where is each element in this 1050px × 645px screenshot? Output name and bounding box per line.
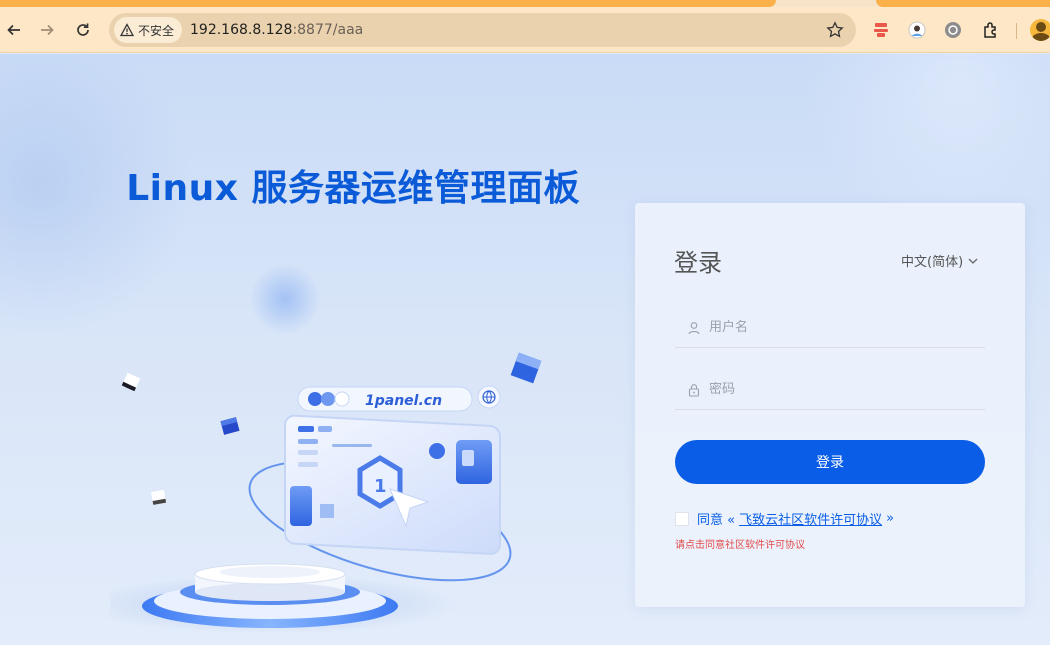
forward-button[interactable]	[35, 18, 59, 42]
url-path: :8877/aaa	[292, 22, 364, 38]
back-arrow-icon	[7, 24, 20, 36]
forward-arrow-icon	[41, 24, 54, 36]
agreement-error-hint: 请点击同意社区软件许可协议	[675, 540, 805, 551]
browser-toolbar: 不安全 192.168.8.128:8877/aaa	[0, 7, 1050, 53]
tab-strip	[0, 0, 1050, 7]
extension-icon[interactable]	[980, 19, 1002, 41]
security-chip[interactable]: 不安全	[114, 17, 183, 43]
extension-avatar-icon[interactable]	[906, 19, 928, 41]
chevron-down-icon	[968, 258, 978, 264]
background-blob	[780, 54, 1050, 214]
hero-illustration: 1panel.cn 1	[110, 352, 542, 634]
username-field[interactable]	[675, 308, 985, 348]
login-title: 登录	[674, 249, 722, 277]
reload-icon	[77, 23, 89, 36]
address-bar[interactable]: 不安全 192.168.8.128:8877/aaa	[109, 13, 856, 47]
login-button[interactable]: 登录	[675, 440, 985, 484]
back-button[interactable]	[2, 18, 26, 42]
star-icon[interactable]	[826, 21, 844, 39]
agreement-link[interactable]: 飞致云社区软件许可协议	[739, 509, 882, 528]
security-label: 不安全	[138, 23, 175, 38]
url-host: 192.168.8.128	[190, 22, 293, 38]
extension-red-icon[interactable]	[870, 19, 892, 41]
login-page: Linux 服务器运维管理面板 1panel.cn 1 登录 中文(简体) 用户…	[0, 54, 1050, 645]
page-headline: Linux 服务器运维管理面板	[126, 168, 580, 209]
active-tab[interactable]	[0, 0, 776, 7]
url-text[interactable]: 192.168.8.128:8877/aaa	[190, 13, 363, 47]
lock-icon	[688, 383, 700, 397]
svg-text:1: 1	[374, 476, 387, 497]
username-input[interactable]	[709, 320, 969, 335]
toolbar-separator	[1016, 23, 1017, 39]
agreement-suffix: »	[886, 511, 895, 526]
password-field[interactable]	[675, 370, 985, 410]
profile-avatar-icon[interactable]	[1030, 19, 1050, 41]
reload-button[interactable]	[71, 18, 95, 42]
agreement-prefix: 同意 «	[697, 513, 736, 528]
password-input[interactable]	[709, 382, 969, 397]
agreement-row: 同意 « 飞致云社区软件许可协议 »	[675, 509, 894, 528]
browser-tab[interactable]	[876, 0, 1050, 7]
user-icon	[688, 321, 700, 334]
language-label: 中文(简体)	[901, 255, 964, 270]
login-card: 登录 中文(简体) 登录 同意 « 飞致云社区软件许可协议 » 请点击同意社区软…	[635, 203, 1025, 607]
illustration-url-label: 1panel.cn	[365, 393, 442, 409]
language-selector[interactable]: 中文(简体)	[901, 251, 979, 270]
agreement-checkbox[interactable]	[675, 511, 689, 526]
warning-icon	[120, 23, 134, 37]
extension-gray-icon[interactable]	[942, 19, 964, 41]
